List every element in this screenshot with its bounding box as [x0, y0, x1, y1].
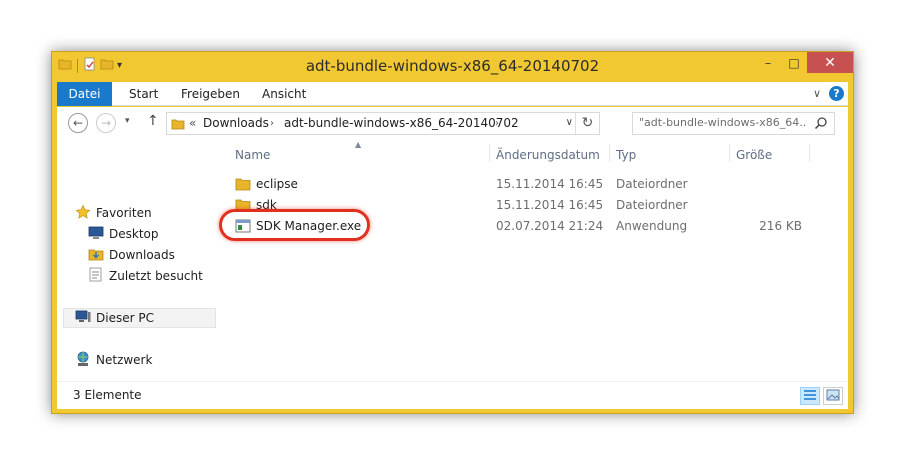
nav-label: Favoriten — [96, 206, 152, 220]
column-divider[interactable] — [489, 144, 490, 162]
help-icon[interactable]: ? — [829, 86, 844, 101]
nav-label: Zuletzt besucht — [109, 269, 203, 283]
column-divider[interactable] — [609, 144, 610, 162]
column-header-date[interactable]: Änderungsdatum — [496, 148, 600, 162]
close-button[interactable]: ✕ — [807, 52, 853, 73]
tab-freigeben[interactable]: Freigeben — [181, 82, 240, 106]
breadcrumb-separator[interactable]: › — [270, 118, 274, 129]
file-type: Dateiordner — [616, 198, 688, 212]
breadcrumb-downloads[interactable]: Downloads — [203, 116, 269, 130]
recent-locations-icon[interactable]: ▾ — [125, 116, 130, 126]
large-icons-view-icon — [826, 389, 840, 404]
tab-datei[interactable]: Datei — [57, 82, 112, 106]
nav-downloads[interactable]: Downloads — [88, 245, 175, 265]
details-view-button[interactable] — [800, 387, 820, 405]
details-view-icon — [803, 389, 817, 404]
item-count: 3 Elemente — [73, 388, 142, 402]
address-row: ← → ▾ ↑ « Downloads › adt-bundle-windows… — [57, 107, 848, 141]
nav-network[interactable]: Netzwerk — [75, 350, 152, 370]
tab-start[interactable]: Start — [129, 82, 158, 106]
nav-label: Dieser PC — [96, 311, 154, 325]
back-button[interactable]: ← — [68, 113, 88, 133]
search-input[interactable] — [639, 116, 807, 129]
nav-this-pc[interactable]: Dieser PC — [63, 308, 216, 328]
folder-icon — [235, 177, 251, 194]
breadcrumb-separator[interactable]: › — [495, 118, 499, 129]
column-header-type[interactable]: Typ — [616, 148, 636, 162]
column-divider[interactable] — [809, 144, 810, 162]
window-controls: – □ ✕ — [755, 52, 853, 73]
ribbon-right-controls: ∨ ? — [813, 86, 844, 101]
navigation-pane: Favoriten Desktop Downloads Zuletzt besu… — [57, 141, 219, 390]
nav-label: Downloads — [109, 248, 175, 262]
nav-favorites[interactable]: Favoriten — [75, 203, 152, 223]
downloads-folder-icon — [88, 246, 104, 265]
file-name: eclipse — [256, 177, 298, 191]
search-box[interactable] — [632, 112, 835, 135]
file-date: 02.07.2014 21:24 — [496, 219, 604, 233]
table-row[interactable]: eclipse 15.11.2014 16:45 Dateiordner — [228, 175, 798, 195]
nav-label: Netzwerk — [96, 353, 153, 367]
recent-places-icon — [88, 267, 104, 286]
ribbon-tabs: Datei Start Freigeben Ansicht ∨ ? — [57, 82, 848, 106]
status-bar: 3 Elemente — [57, 381, 848, 409]
nav-recent[interactable]: Zuletzt besucht — [88, 266, 203, 286]
network-icon — [75, 351, 91, 370]
nav-desktop[interactable]: Desktop — [88, 224, 159, 244]
column-header-name[interactable]: Name — [235, 148, 270, 162]
column-header-size[interactable]: Größe — [736, 148, 772, 162]
folder-icon — [171, 117, 185, 134]
column-divider[interactable] — [729, 144, 730, 162]
large-icons-view-button[interactable] — [823, 387, 843, 405]
breadcrumb-overflow[interactable]: « — [189, 116, 196, 130]
up-button[interactable]: ↑ — [147, 113, 159, 129]
tab-ansicht[interactable]: Ansicht — [262, 82, 306, 106]
file-date: 15.11.2014 16:45 — [496, 177, 604, 191]
expand-ribbon-icon[interactable]: ∨ — [813, 87, 821, 100]
search-icon[interactable] — [814, 116, 828, 133]
refresh-button[interactable]: ↻ — [575, 113, 599, 134]
maximize-button[interactable]: □ — [781, 52, 807, 73]
minimize-button[interactable]: – — [755, 52, 781, 73]
title-bar[interactable]: ▾ adt-bundle-windows-x86_64-20140702 – □… — [52, 52, 853, 80]
file-type: Dateiordner — [616, 177, 688, 191]
file-date: 15.11.2014 16:45 — [496, 198, 604, 212]
forward-button[interactable]: → — [96, 113, 116, 133]
highlight-annotation — [219, 209, 370, 241]
window-title: adt-bundle-windows-x86_64-20140702 — [305, 57, 600, 75]
star-icon — [75, 204, 91, 223]
computer-icon — [75, 310, 91, 327]
nav-label: Desktop — [109, 227, 159, 241]
sort-ascending-icon: ▲ — [355, 140, 362, 149]
breadcrumb-current[interactable]: adt-bundle-windows-x86_64-20140702 — [284, 116, 519, 130]
desktop-icon — [88, 226, 104, 243]
file-size: 216 KB — [759, 219, 802, 233]
file-type: Anwendung — [616, 219, 688, 233]
address-dropdown-icon[interactable]: ∨ — [566, 117, 573, 128]
address-bar[interactable]: « Downloads › adt-bundle-windows-x86_64-… — [166, 112, 600, 135]
